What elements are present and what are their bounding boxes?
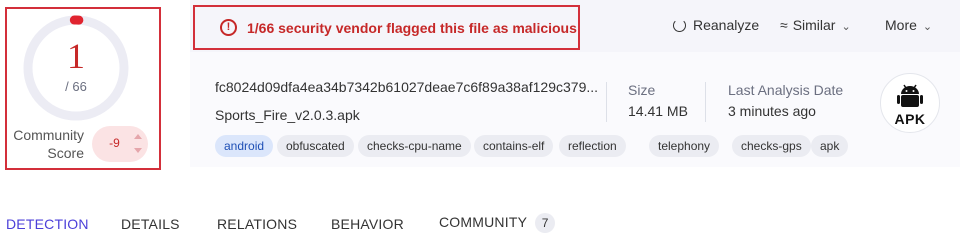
file-info-panel: fc8024d09dfa4ea34b7342b61027deae7c6f89a3… — [190, 52, 960, 167]
tag-telephony[interactable]: telephony — [649, 135, 720, 157]
chevron-down-icon: ⌄ — [841, 21, 851, 33]
vote-up-icon[interactable] — [134, 134, 142, 139]
exclamation-circle-icon: ! — [220, 19, 237, 36]
detection-count: 1 — [67, 36, 85, 76]
comment-count-badge: 7 — [535, 213, 556, 233]
community-score-value: -9 — [109, 136, 120, 150]
score-panel: 1 / 66 Community Score -9 — [0, 0, 176, 176]
tag-reflection[interactable]: reflection — [559, 135, 626, 157]
report-tabs: DETECTION DETAILS RELATIONS BEHAVIOR COM… — [0, 200, 960, 245]
tag-obfuscated[interactable]: obfuscated — [277, 135, 354, 157]
alert-text: 1/66 security vendor flagged this file a… — [247, 20, 577, 36]
tab-community[interactable]: COMMUNITY 7 — [439, 213, 556, 233]
community-score-widget: -9 — [92, 126, 148, 162]
tag-apk[interactable]: apk — [811, 135, 849, 157]
tag-checks-cpu-name[interactable]: checks-cpu-name — [358, 135, 471, 157]
community-score-label: Community Score — [13, 127, 84, 161]
vote-down-icon[interactable] — [134, 148, 142, 153]
malicious-alert: ! 1/66 security vendor flagged this file… — [193, 5, 580, 50]
apk-label: APK — [894, 111, 926, 127]
refresh-icon — [673, 19, 686, 32]
detection-total: / 66 — [65, 79, 87, 94]
divider — [705, 82, 706, 122]
size-value: 14.41 MB — [628, 103, 688, 119]
divider — [606, 82, 607, 122]
chevron-down-icon: ⌄ — [922, 21, 933, 33]
reanalyze-button[interactable]: Reanalyze — [673, 17, 759, 33]
similar-icon: ≈ — [780, 17, 788, 33]
more-label: More — [885, 17, 917, 33]
last-analysis-label: Last Analysis Date — [728, 82, 844, 98]
file-name: Sports_Fire_v2.0.3.apk — [215, 107, 360, 123]
tag-contains-elf[interactable]: contains-elf — [474, 135, 554, 157]
tab-behavior[interactable]: BEHAVIOR — [331, 216, 404, 232]
last-analysis-value: 3 minutes ago — [728, 103, 816, 119]
tab-details[interactable]: DETAILS — [121, 216, 180, 232]
reanalyze-label: Reanalyze — [693, 17, 760, 33]
tab-relations[interactable]: RELATIONS — [217, 216, 297, 232]
tab-community-label: COMMUNITY — [439, 214, 528, 230]
android-icon — [897, 84, 923, 107]
similar-label: Similar — [792, 17, 836, 33]
more-button[interactable]: More ⌄ — [885, 17, 932, 33]
tag-android[interactable]: android — [215, 135, 274, 157]
report-header: ! 1/66 security vendor flagged this file… — [190, 0, 960, 52]
tab-detection[interactable]: DETECTION — [6, 216, 89, 232]
size-label: Size — [628, 82, 656, 98]
similar-button[interactable]: ≈ Similar ⌄ — [780, 17, 851, 33]
file-hash[interactable]: fc8024d09dfa4ea34b7342b61027deae7c6f89a3… — [215, 79, 598, 95]
tag-checks-gps[interactable]: checks-gps — [732, 135, 811, 157]
file-type-badge: APK — [880, 73, 940, 133]
